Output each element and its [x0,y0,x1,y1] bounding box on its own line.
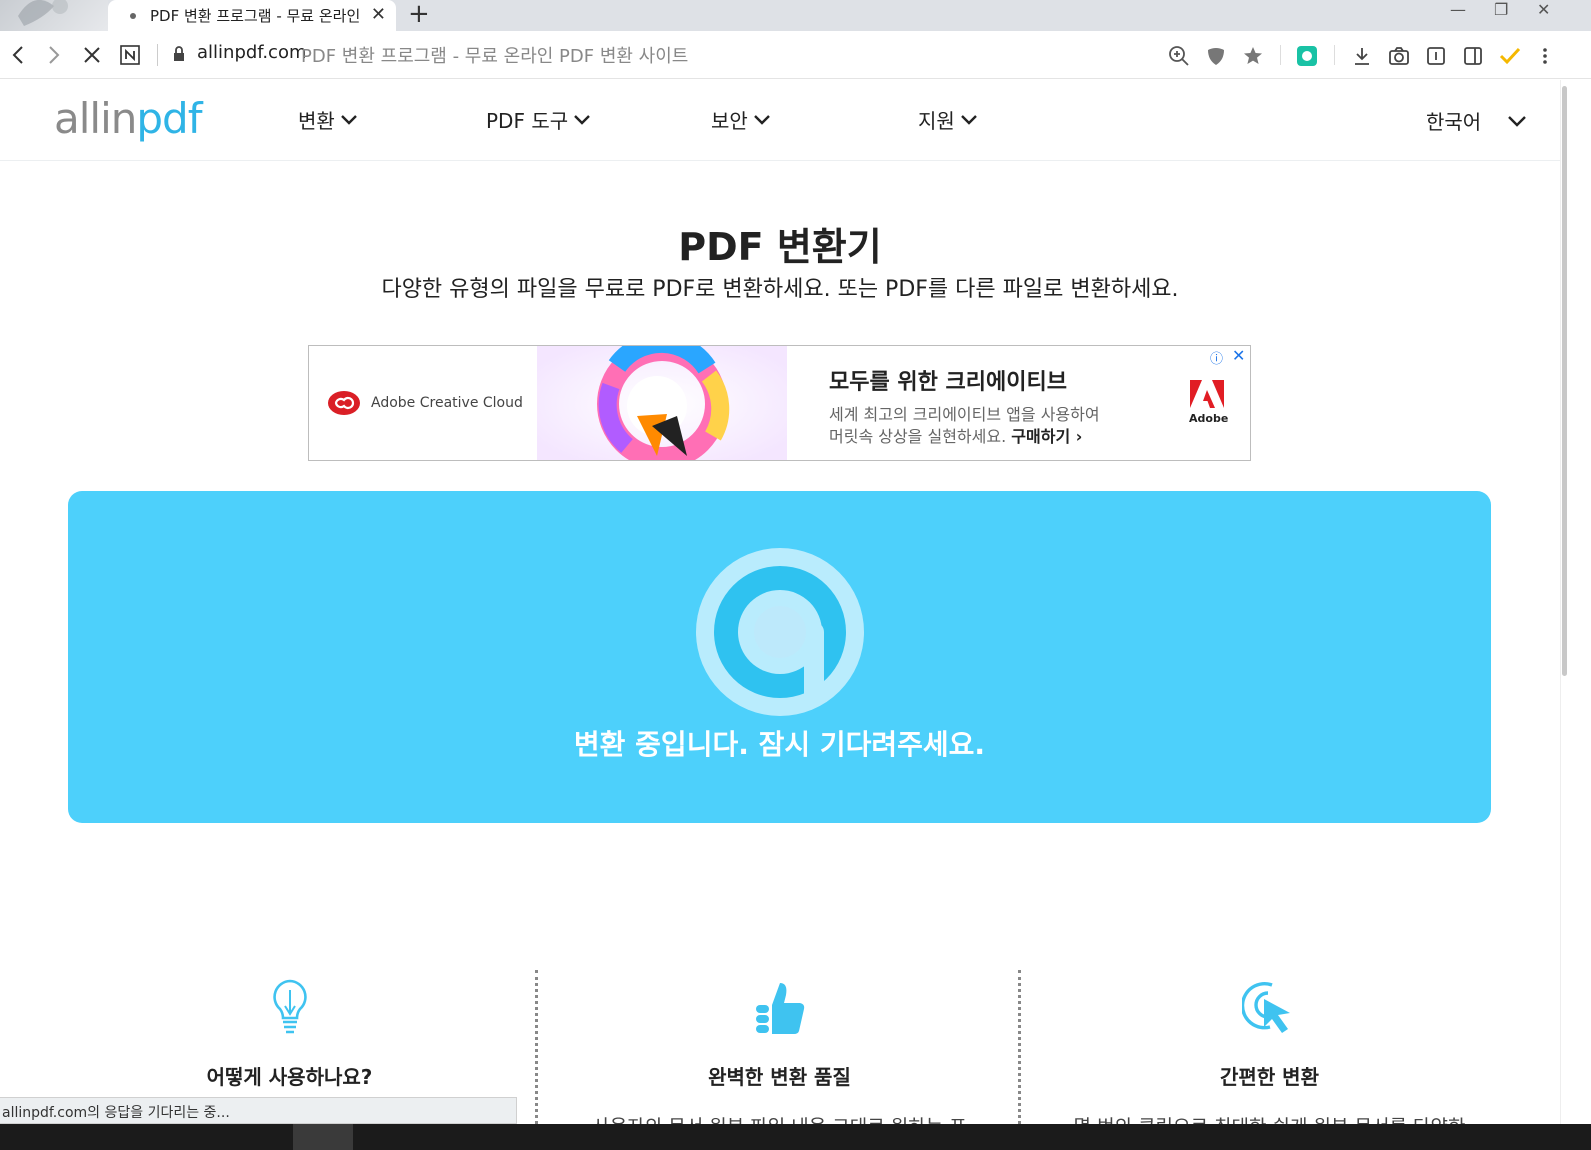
tab-close-icon[interactable]: ✕ [371,6,386,24]
ad-headline: 모두를 위한 크리에이티브 [829,370,1067,395]
ad-cta-link[interactable]: 구매하기 › [1011,427,1082,446]
ad-close-icon[interactable]: ✕ [1232,346,1245,365]
ad-artwork [537,346,787,460]
window-close-icon[interactable]: ✕ [1537,0,1550,22]
site-header: allinpdf 변환 PDF 도구 보안 지원 한국어 [0,80,1560,161]
loading-logo-icon [696,548,864,716]
tab-title: PDF 변환 프로그램 - 무료 온라인 PDF 변환 사이트 [150,7,364,25]
address-separator [157,44,158,66]
menu-label: PDF 도구 [486,109,569,133]
feature-divider [1018,970,1021,1124]
naver-icon[interactable] [116,41,144,69]
stop-loading-icon[interactable] [78,41,106,69]
browser-toolbar: allinpdf.com PDF 변환 프로그램 - 무료 온라인 PDF 변환… [0,31,1591,79]
advertisement-banner[interactable]: Adobe Creative Cloud 모두를 위한 크리에이티브 세계 최고… [308,345,1251,461]
language-select[interactable]: 한국어 [1426,106,1481,135]
browser-tab-active[interactable]: PDF 변환 프로그램 - 무료 온라인 PDF 변환 사이트 ✕ [108,0,396,31]
menu-label: 변환 [298,109,335,133]
feature-how-to-use: 어떻게 사용하나요? [48,975,531,1112]
toolbar-separator [1280,45,1281,65]
menu-convert[interactable]: 변환 [298,105,357,134]
ad-body-line2-text: 머릿속 상상을 실현하세요. [829,427,1007,446]
chevron-down-icon [753,114,770,125]
new-tab-icon[interactable]: + [408,1,430,27]
creative-cloud-icon [328,391,360,415]
page-title: PDF 변환기 [678,225,882,269]
menu-support[interactable]: 지원 [918,105,977,134]
chevron-down-icon [340,114,357,125]
ad-body-line2: 머릿속 상상을 실현하세요. 구매하기 › [829,423,1082,447]
menu-label: 지원 [918,109,955,133]
language-chevron-down-icon[interactable] [1508,116,1526,127]
feature-title: 간편한 변환 [1220,1065,1319,1089]
feature-title: 완벽한 변환 품질 [708,1065,851,1089]
ad-brand-name: Adobe Creative Cloud [371,395,523,411]
adobe-icon [1190,380,1224,408]
click-cursor-icon [1241,981,1290,1033]
adobe-wordmark: Adobe [1189,412,1229,425]
converting-message: 변환 중입니다. 잠시 기다려주세요. [573,728,986,761]
menu-pdf-tools[interactable]: PDF 도구 [486,105,590,134]
chevron-down-icon [960,114,977,125]
logo-text-a: allin [54,94,137,143]
more-menu-icon[interactable] [1532,43,1558,69]
download-icon[interactable] [1349,43,1375,69]
toolbar-separator [1334,45,1335,65]
adobe-logo: Adobe [1189,380,1229,425]
zoom-icon[interactable] [1166,43,1192,69]
back-icon[interactable] [4,41,32,69]
restore-icon[interactable]: ❐ [1494,0,1508,22]
lock-icon[interactable] [172,46,186,66]
scrollbar-thumb[interactable] [1562,86,1567,676]
minimize-icon[interactable]: — [1450,0,1466,22]
menu-security[interactable]: 보안 [711,105,770,134]
taskbar-active-item[interactable] [293,1124,353,1150]
shield-icon[interactable] [1203,43,1229,69]
ad-brand: Adobe Creative Cloud [327,390,523,416]
bookmark-star-icon[interactable] [1240,43,1266,69]
feature-title: 어떻게 사용하나요? [206,1065,373,1089]
page-scrollbar[interactable] [1560,80,1591,1124]
converting-panel: 변환 중입니다. 잠시 기다려주세요. [68,491,1491,823]
browser-tab-bar: PDF 변환 프로그램 - 무료 온라인 PDF 변환 사이트 ✕ + — ❐ … [0,0,1591,31]
checkmark-icon[interactable] [1497,43,1523,69]
menu-label: 보안 [711,109,748,133]
tab-decoration [0,0,108,31]
reader-icon[interactable] [1423,43,1449,69]
sidebar-icon[interactable] [1460,43,1486,69]
url-page-title[interactable]: PDF 변환 프로그램 - 무료 온라인 PDF 변환 사이트 [301,42,688,68]
site-logo[interactable]: allinpdf [54,94,202,143]
ad-info-icon[interactable]: ⓘ [1210,348,1223,367]
ad-body-line1: 세계 최고의 크리에이티브 앱을 사용하여 [829,405,1100,424]
thumbs-up-icon [755,983,804,1034]
chevron-down-icon [574,114,590,125]
url-host[interactable]: allinpdf.com [197,42,307,63]
extension-icon[interactable] [1294,43,1320,69]
feature-conversion-quality: 완벽한 변환 품질 사용자의 문서 원본 파일 내용 그대로 원하는 포 [538,975,1021,1139]
lightbulb-icon [272,979,307,1034]
forward-icon[interactable] [40,41,68,69]
os-taskbar [0,1124,1591,1150]
camera-icon[interactable] [1386,43,1412,69]
logo-text-b: pdf [136,94,202,143]
page-subtitle: 다양한 유형의 파일을 무료로 PDF로 변환하세요. 또는 PDF를 다른 파… [381,277,1179,302]
browser-status-bar: allinpdf.com의 응답을 기다리는 중... [0,1097,517,1124]
feature-easy-conversion: 간편한 변환 몇 번의 클릭으로 최대한 쉽게 원본 문서를 다양한 [1028,975,1511,1139]
loading-dot-icon [130,12,136,19]
